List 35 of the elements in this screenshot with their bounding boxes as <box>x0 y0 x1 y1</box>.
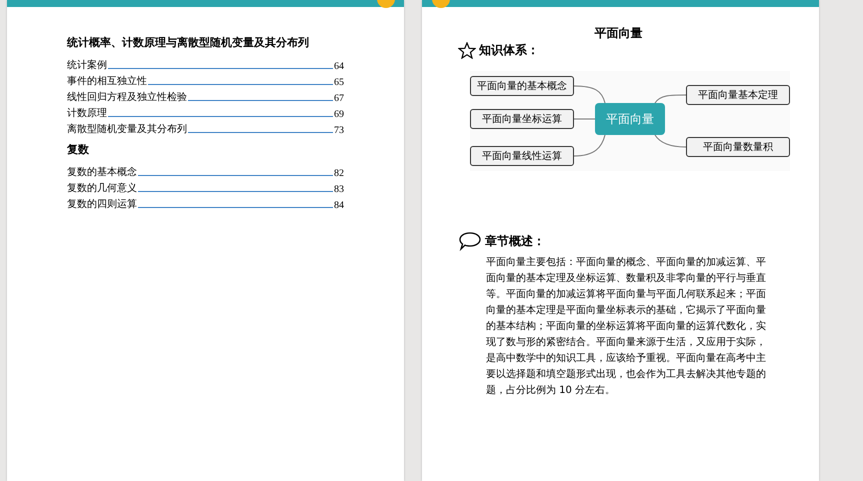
mind-map-node: 平面向量坐标运算 <box>470 109 574 129</box>
toc-page-number: 83 <box>334 184 344 195</box>
toc-entry-title[interactable]: 复数的基本概念 <box>67 165 137 179</box>
toc-page-number: 73 <box>334 125 344 136</box>
mind-map-node: 平面向量基本定理 <box>686 85 790 105</box>
connector-line <box>574 118 596 120</box>
mind-map-node: 平面向量数量积 <box>686 137 790 157</box>
toc-entry-title[interactable]: 事件的相互独立性 <box>67 74 147 88</box>
mind-map-node: 平面向量的基本概念 <box>470 76 574 96</box>
overview-paragraph: 平面向量主要包括：平面向量的概念、平面向量的加减运算、平面向量的基本定理及坐标运算、数量积及非零向量的平行与垂直等。平面向量的加减运算将平面向量与平面几何联系起来；平面向量的基本定理是平面向量坐标表示的基础，它揭示了平面向量的基本结构；平面向量的坐标运算将平面向量的运算代数化，实现了数与形的紧密结合。平面向量来源于生活，又应用于实际，是高中数学中的知识工具，应该给予重视。平面向量在高考中主要以选择题和填空题形式出现，也会作为工具去解决其他专题的题，占分比例为 10 分左右。 <box>486 256 766 398</box>
toc-page-number: 84 <box>334 200 344 211</box>
connector-line <box>654 134 686 148</box>
connector-line <box>574 134 606 156</box>
toc-section-heading: 复数 <box>67 142 90 157</box>
toc-page-number: 64 <box>334 61 344 72</box>
page-title: 平面向量 <box>594 25 642 42</box>
speech-bubble-icon <box>458 231 482 251</box>
toc-entry-title[interactable]: 统计案例 <box>67 58 107 72</box>
toc-entry-title[interactable]: 复数的四则运算 <box>67 197 137 211</box>
section-heading: 知识体系： <box>479 42 539 59</box>
mind-map-node: 平面向量线性运算 <box>470 146 574 166</box>
toc-entry-title[interactable]: 计数原理 <box>67 106 107 120</box>
toc-entry-title[interactable]: 复数的几何意义 <box>67 181 137 195</box>
mind-map-center-node: 平面向量 <box>595 103 665 135</box>
toc-page-number: 65 <box>334 77 344 88</box>
toc-section-heading: 统计概率、计数原理与离散型随机变量及其分布列 <box>67 35 310 50</box>
toc-page-number: 69 <box>334 109 344 120</box>
connector-line <box>574 86 606 104</box>
connector-line <box>654 94 686 104</box>
star-icon <box>458 42 476 59</box>
toc-entry-title[interactable]: 线性回归方程及独立性检验 <box>67 90 187 104</box>
toc-page-number: 82 <box>334 168 344 179</box>
section-heading: 章节概述： <box>485 232 545 250</box>
toc-entry-title[interactable]: 离散型随机变量及其分布列 <box>67 122 187 136</box>
toc-page-number: 67 <box>334 93 344 104</box>
